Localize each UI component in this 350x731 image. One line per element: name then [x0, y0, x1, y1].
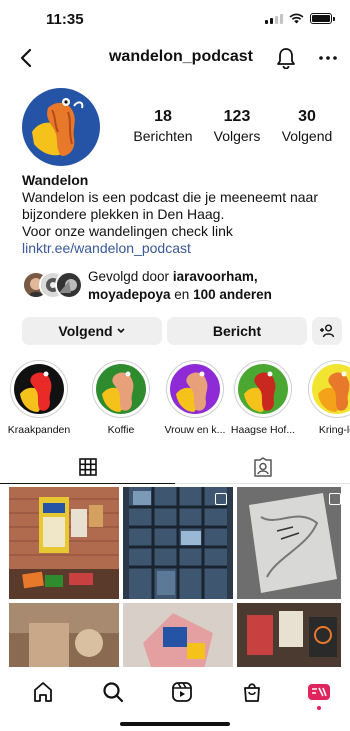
more-horizontal-icon — [319, 56, 337, 60]
followed-by-text: Gevolgd door iaravoorham, moyadepoya en … — [88, 268, 272, 304]
status-bar: 11:35 — [0, 0, 350, 40]
bio-line: bijzondere plekken in Den Haag. — [22, 206, 225, 222]
highlight-label: Koffie — [107, 424, 135, 436]
carousel-icon — [215, 493, 227, 505]
stat-posts-count: 18 — [154, 108, 172, 125]
carousel-icon — [329, 493, 341, 505]
profile-notification-dot — [317, 706, 321, 710]
highlight-cover — [14, 364, 64, 414]
nav-shop[interactable] — [237, 677, 267, 707]
nav-profile[interactable] — [304, 677, 334, 707]
stat-followers-count: 123 — [223, 108, 251, 125]
home-icon — [34, 682, 52, 702]
stat-following[interactable]: 30 Volgend — [274, 108, 340, 144]
highlight-ring — [92, 360, 150, 418]
post-thumbnail[interactable] — [123, 487, 233, 599]
stat-following-label: Volgend — [281, 128, 333, 144]
shop-bag-icon — [244, 683, 260, 702]
posts-grid — [9, 487, 341, 667]
notifications-button[interactable] — [272, 44, 300, 72]
more-options-button[interactable] — [314, 44, 342, 72]
stat-following-count: 30 — [298, 108, 316, 125]
post-thumbnail[interactable] — [123, 603, 233, 667]
highlight-label: Vrouw en k... — [164, 424, 226, 436]
profile-avatar-icon — [308, 684, 330, 700]
followed-by-prefix: Gevolgd door — [88, 269, 173, 284]
highlight-cover — [312, 364, 350, 414]
post-thumbnail[interactable] — [237, 603, 341, 667]
profile-avatar[interactable] — [22, 88, 100, 166]
highlight-koffie[interactable]: Koffie — [86, 360, 156, 436]
highlight-vrouw[interactable]: Vrouw en k... — [160, 360, 230, 436]
signal-icon — [265, 13, 283, 24]
nav-search[interactable] — [98, 677, 128, 707]
highlight-ring — [234, 360, 292, 418]
add-person-icon — [320, 324, 335, 338]
following-button[interactable]: Volgend — [22, 317, 162, 345]
highlight-ring — [166, 360, 224, 418]
chevron-down-icon — [117, 328, 125, 334]
profile-bio: Wandelon Wandelon is een podcast die je … — [22, 172, 342, 257]
post-thumbnail[interactable] — [9, 603, 119, 667]
following-button-label: Volgend — [58, 323, 113, 339]
highlight-ring — [10, 360, 68, 418]
wifi-icon — [289, 13, 304, 24]
highlight-cover — [96, 364, 146, 414]
status-icons — [265, 13, 335, 24]
highlight-haagse-hof[interactable]: Haagse Hof... — [228, 360, 298, 436]
highlight-cover — [170, 364, 220, 414]
follower-avatar — [55, 271, 83, 299]
stat-followers[interactable]: 123 Volgers — [206, 108, 268, 144]
followed-by-middle: en — [170, 287, 194, 302]
message-button-label: Bericht — [212, 323, 262, 339]
followed-by-user[interactable]: moyadepoya — [88, 287, 171, 302]
grid-icon — [78, 457, 97, 476]
profile-stats: 18 Berichten 123 Volgers 30 Volgend — [126, 108, 340, 144]
follower-avatars — [22, 271, 83, 299]
post-thumbnail[interactable] — [9, 487, 119, 599]
bell-icon — [277, 48, 295, 69]
stat-posts[interactable]: 18 Berichten — [126, 108, 200, 144]
reels-icon — [172, 682, 192, 702]
highlight-label: Haagse Hof... — [230, 424, 296, 436]
tab-tagged[interactable] — [175, 450, 350, 484]
message-button[interactable]: Bericht — [167, 317, 307, 345]
bio-line: Wandelon is een podcast die je meeneemt … — [22, 189, 318, 205]
highlight-cover — [238, 364, 288, 414]
highlight-ring — [308, 360, 350, 418]
followed-by[interactable]: Gevolgd door iaravoorham, moyadepoya en … — [22, 269, 342, 302]
add-user-button[interactable] — [312, 317, 342, 345]
top-nav: wandelon_podcast — [0, 40, 350, 76]
profile-display-name: Wandelon — [22, 172, 89, 188]
bottom-nav — [0, 667, 350, 717]
post-thumbnail[interactable] — [237, 487, 341, 599]
followed-by-user[interactable]: iaravoorham, — [173, 269, 258, 284]
search-icon — [103, 682, 124, 703]
nav-home[interactable] — [28, 677, 58, 707]
highlight-label: Kring-lo — [318, 424, 350, 436]
tagged-person-icon — [253, 457, 272, 477]
nav-reels[interactable] — [167, 677, 197, 707]
highlight-label: Kraakpanden — [7, 424, 71, 436]
profile-tabs — [0, 450, 350, 484]
stat-followers-label: Volgers — [213, 128, 261, 144]
wandelon-logo-image — [22, 88, 100, 166]
battery-icon — [310, 13, 335, 24]
highlight-kringloop[interactable]: Kring-lo — [302, 360, 350, 436]
highlight-kraakpanden[interactable]: Kraakpanden — [4, 360, 74, 436]
home-indicator — [120, 722, 230, 726]
bio-link[interactable]: linktr.ee/wandelon_podcast — [22, 240, 342, 257]
tab-posts-grid[interactable] — [0, 450, 175, 484]
bio-line: Voor onze wandelingen check link — [22, 223, 233, 239]
story-highlights: Kraakpanden Koffie Vrouw en k... Haagse … — [0, 360, 350, 440]
followed-by-others[interactable]: 100 anderen — [193, 287, 272, 302]
stat-posts-label: Berichten — [133, 128, 193, 144]
profile-actions: Volgend Bericht — [22, 317, 342, 345]
status-time: 11:35 — [46, 11, 84, 28]
